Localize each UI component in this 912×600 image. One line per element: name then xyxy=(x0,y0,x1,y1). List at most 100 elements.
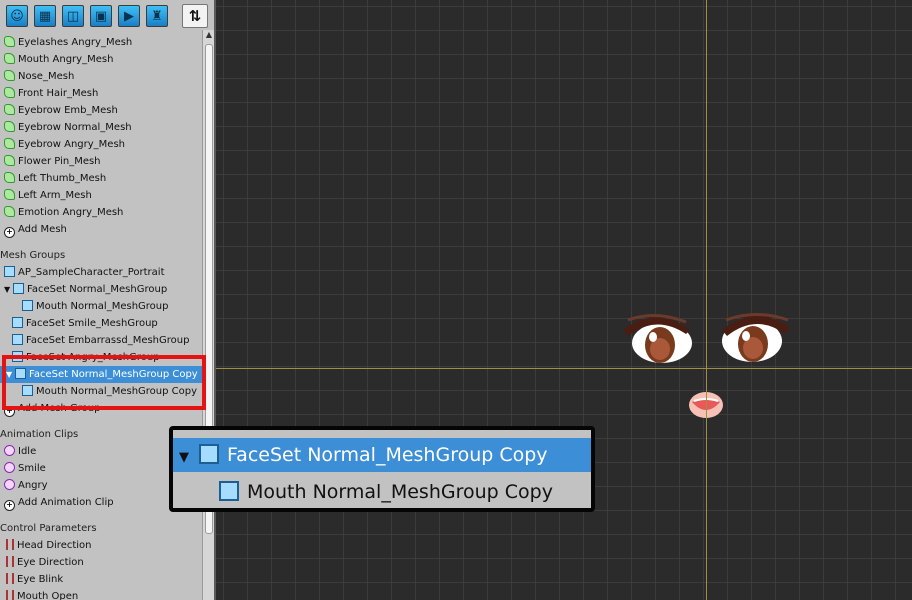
row-label: Smile xyxy=(18,463,46,474)
row-label: Idle xyxy=(18,446,37,457)
animation-clip-icon xyxy=(4,462,15,473)
add-icon: + xyxy=(4,500,15,511)
mesh-icon[interactable]: ◫ xyxy=(62,5,84,27)
row-label: Mesh Groups xyxy=(0,250,66,261)
mesh-icon xyxy=(4,104,15,115)
row-label: FaceSet Smile_MeshGroup xyxy=(26,318,158,329)
row-label: FaceSet Embarrassd_MeshGroup xyxy=(26,335,190,346)
mesh-item[interactable]: Emotion Angry_Mesh xyxy=(0,204,204,221)
meshgroup-icon xyxy=(12,334,23,345)
row-label: Eyelashes Angry_Mesh xyxy=(18,37,133,48)
control-param-icon xyxy=(6,539,14,550)
meshgroup-icon xyxy=(219,481,239,501)
control-param-icon xyxy=(6,556,14,567)
row-label: Control Parameters xyxy=(0,523,97,534)
mesh-item[interactable]: Eyebrow Angry_Mesh xyxy=(0,136,204,153)
row-label: Front Hair_Mesh xyxy=(18,88,99,99)
mesh-icon xyxy=(4,155,15,166)
row-label: Eye Blink xyxy=(17,574,64,585)
row-label: FaceSet Normal_MeshGroup xyxy=(27,284,168,295)
sort-icon[interactable]: ⇅ xyxy=(182,4,208,28)
mesh-item[interactable]: Eyebrow Emb_Mesh xyxy=(0,102,204,119)
mesh-item[interactable]: Left Thumb_Mesh xyxy=(0,170,204,187)
meshgroup-icon[interactable]: ▣ xyxy=(90,5,112,27)
mesh-icon xyxy=(4,206,15,217)
mesh-item[interactable]: Flower Pin_Mesh xyxy=(0,153,204,170)
row-label: Head Direction xyxy=(17,540,92,551)
zoom-row-child[interactable]: Mouth Normal_MeshGroup Copy xyxy=(173,475,591,509)
zoom-callout: ▼ FaceSet Normal_MeshGroup Copy Mouth Nor… xyxy=(169,426,595,512)
scroll-up-icon[interactable]: ▲ xyxy=(203,30,214,42)
meshgroup-icon xyxy=(22,300,33,311)
mesh-icon xyxy=(4,87,15,98)
mesh-icon xyxy=(4,189,15,200)
mesh-icon xyxy=(4,53,15,64)
mesh-icon xyxy=(4,172,15,183)
mesh-layout-icon[interactable]: ▦ xyxy=(34,5,56,27)
meshgroup-item[interactable]: FaceSet Embarrassd_MeshGroup xyxy=(0,332,212,349)
row-label: AP_SampleCharacter_Portrait xyxy=(18,267,165,278)
row-label: Eyebrow Angry_Mesh xyxy=(18,139,125,150)
control-param-icon xyxy=(6,573,14,584)
expand-triangle-icon[interactable]: ▼ xyxy=(179,441,199,475)
meshgroup-item[interactable]: ▼ FaceSet Normal_MeshGroup xyxy=(0,281,204,298)
add-icon: + xyxy=(4,227,15,238)
meshgroup-icon xyxy=(4,266,15,277)
section-header-mesh-groups: Mesh Groups xyxy=(0,247,200,264)
mesh-icon xyxy=(4,121,15,132)
row-label: Left Thumb_Mesh xyxy=(18,173,107,184)
canvas-axis-vertical xyxy=(706,0,707,600)
row-label: Nose_Mesh xyxy=(18,71,75,82)
control-parameter-item[interactable]: Eye Direction xyxy=(0,554,206,571)
meshgroup-icon xyxy=(12,317,23,328)
row-label: Eye Direction xyxy=(17,557,84,568)
zoom-row-selected[interactable]: ▼ FaceSet Normal_MeshGroup Copy xyxy=(173,438,591,472)
mesh-item[interactable]: Eyelashes Angry_Mesh xyxy=(0,34,204,51)
avatar-icon[interactable]: ☺ xyxy=(6,5,28,27)
control-param-icon[interactable]: ♜ xyxy=(146,5,168,27)
meshgroup-icon xyxy=(13,283,24,294)
mesh-item[interactable]: Left Arm_Mesh xyxy=(0,187,204,204)
animation-clip-icon xyxy=(4,479,15,490)
row-label: Mouth Angry_Mesh xyxy=(18,54,114,65)
meshgroup-item[interactable]: Mouth Normal_MeshGroup xyxy=(0,298,214,315)
row-label: Eyebrow Emb_Mesh xyxy=(18,105,118,116)
row-label: Add Mesh xyxy=(18,224,67,235)
play-animation-icon[interactable]: ▶ xyxy=(118,5,140,27)
expand-triangle-icon[interactable]: ▼ xyxy=(4,281,13,298)
mesh-item[interactable]: Nose_Mesh xyxy=(0,68,204,85)
highlight-box xyxy=(2,355,206,410)
control-parameter-item[interactable]: Eye Blink xyxy=(0,571,206,588)
section-header-control-parameters: Control Parameters xyxy=(0,520,200,537)
row-label: Eyebrow Normal_Mesh xyxy=(18,122,132,133)
zoom-row-label: FaceSet Normal_MeshGroup Copy xyxy=(227,444,548,466)
row-label: Mouth Normal_MeshGroup xyxy=(36,301,169,312)
scrollbar[interactable]: ▲ xyxy=(202,30,214,600)
mesh-item[interactable]: Mouth Angry_Mesh xyxy=(0,51,204,68)
hierarchy-toolbar: ☺ ▦ ◫ ▣ ▶ ♜ ⇅ xyxy=(0,0,214,30)
row-label: Left Arm_Mesh xyxy=(18,190,92,201)
control-parameter-item[interactable]: Head Direction xyxy=(0,537,206,554)
canvas-axis-horizontal xyxy=(216,368,912,369)
zoom-row-label: Mouth Normal_MeshGroup Copy xyxy=(247,481,553,503)
animation-clip-icon xyxy=(4,445,15,456)
mesh-item[interactable]: Eyebrow Normal_Mesh xyxy=(0,119,204,136)
row-label: Angry xyxy=(18,480,48,491)
mesh-icon xyxy=(4,138,15,149)
control-param-icon xyxy=(6,590,14,600)
row-label: Add Animation Clip xyxy=(18,497,114,508)
left-eye-icon xyxy=(623,314,692,363)
control-parameter-item[interactable]: Mouth Open xyxy=(0,588,206,600)
add-mesh-button[interactable]: + Add Mesh xyxy=(0,221,204,238)
mesh-icon xyxy=(4,36,15,47)
row-label: Flower Pin_Mesh xyxy=(18,156,101,167)
right-eye-icon xyxy=(722,313,790,362)
row-label: Mouth Open xyxy=(17,591,79,600)
meshgroup-item[interactable]: AP_SampleCharacter_Portrait xyxy=(0,264,204,281)
row-label: Emotion Angry_Mesh xyxy=(18,207,124,218)
meshgroup-item[interactable]: FaceSet Smile_MeshGroup xyxy=(0,315,212,332)
mesh-item[interactable]: Front Hair_Mesh xyxy=(0,85,204,102)
row-label: Animation Clips xyxy=(0,429,79,440)
meshgroup-icon xyxy=(199,444,219,464)
mesh-icon xyxy=(4,70,15,81)
